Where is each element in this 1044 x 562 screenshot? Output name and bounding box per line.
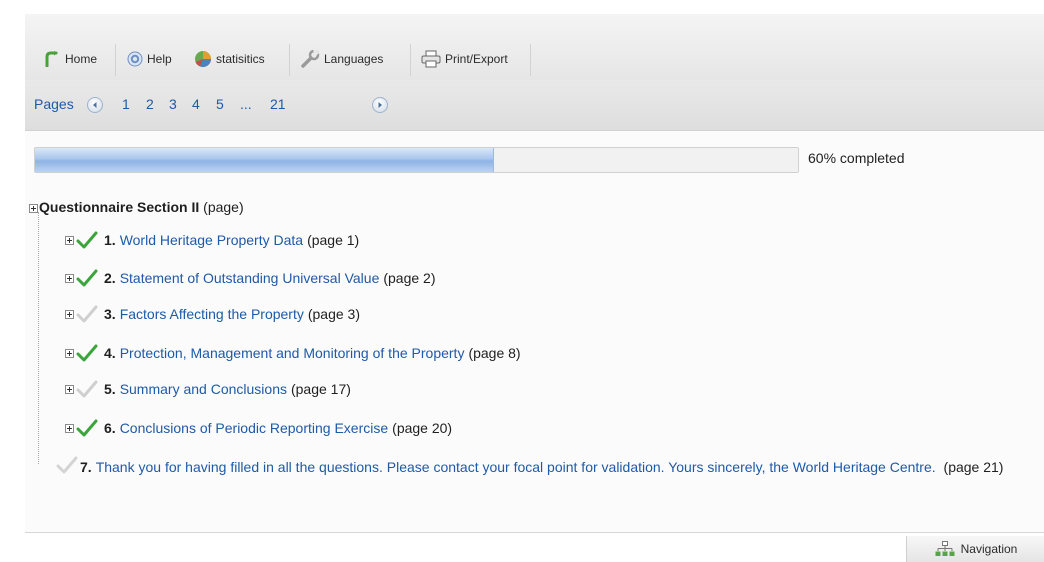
print-export-button[interactable]: Print/Export bbox=[417, 48, 512, 70]
pages-label: Pages bbox=[34, 96, 74, 112]
item-page-suffix: (page 17) bbox=[290, 381, 351, 397]
page-link-5[interactable]: 5 bbox=[216, 96, 224, 112]
checkmark-icon bbox=[76, 231, 98, 249]
item-number: 1. bbox=[104, 232, 116, 248]
panel-divider bbox=[25, 532, 1044, 533]
statistics-button[interactable]: statisitics bbox=[190, 48, 269, 70]
navigation-button[interactable]: Navigation bbox=[906, 536, 1044, 562]
section-page-suffix: (page) bbox=[203, 199, 244, 215]
item-page-suffix: (page 8) bbox=[468, 345, 521, 361]
page-link-2[interactable]: 2 bbox=[146, 96, 154, 112]
languages-label: Languages bbox=[324, 52, 384, 66]
help-icon bbox=[127, 51, 143, 67]
item-link[interactable]: Summary and Conclusions bbox=[120, 381, 287, 397]
expand-toggle[interactable] bbox=[65, 423, 74, 433]
item-number: 5. bbox=[104, 381, 116, 397]
sitemap-icon bbox=[935, 541, 955, 556]
page-link-1[interactable]: 1 bbox=[122, 96, 130, 112]
progress-fill bbox=[35, 148, 494, 172]
checkmark-icon bbox=[76, 380, 98, 398]
item-number: 4. bbox=[104, 345, 116, 361]
checkmark-icon bbox=[76, 344, 98, 362]
item-link[interactable]: World Heritage Property Data bbox=[120, 232, 303, 248]
toolbar-divider bbox=[530, 44, 531, 76]
item-page-suffix: (page 3) bbox=[307, 306, 361, 322]
page-ellipsis: ... bbox=[240, 96, 252, 112]
print-export-label: Print/Export bbox=[445, 52, 508, 66]
item-number: 3. bbox=[104, 306, 116, 322]
previous-page-button[interactable] bbox=[87, 97, 103, 113]
tree-root: Questionnaire Section II (page) bbox=[39, 199, 244, 215]
expand-toggle[interactable] bbox=[65, 235, 74, 245]
toolbar: Home Help statisitics Languages Print/Ex… bbox=[25, 14, 1044, 81]
statistics-label: statisitics bbox=[216, 52, 265, 66]
toolbar-divider bbox=[410, 44, 411, 76]
expand-toggle[interactable] bbox=[65, 309, 74, 319]
expand-toggle[interactable] bbox=[65, 384, 74, 394]
languages-button[interactable]: Languages bbox=[296, 48, 387, 70]
help-button[interactable]: Help bbox=[123, 48, 176, 70]
checkmark-icon bbox=[76, 269, 98, 287]
tree-item-1: 1. World Heritage Property Data (page 1) bbox=[65, 228, 359, 252]
tree-item-7: 7. Thank you for having filled in all the… bbox=[56, 454, 1016, 481]
arrow-left-icon bbox=[93, 102, 97, 108]
pagination-bar: Pages 1 2 3 4 5 ... 21 bbox=[25, 80, 1044, 131]
expand-toggle[interactable] bbox=[65, 273, 74, 283]
toolbar-divider bbox=[289, 44, 290, 76]
home-button[interactable]: Home bbox=[39, 48, 101, 70]
tree-item-6: 6. Conclusions of Periodic Reporting Exer… bbox=[65, 416, 452, 440]
help-label: Help bbox=[147, 52, 172, 66]
item-link[interactable]: Conclusions of Periodic Reporting Exerci… bbox=[120, 420, 388, 436]
item-page-suffix: (page 1) bbox=[307, 232, 360, 248]
tree-item-2: 2. Statement of Outstanding Universal Val… bbox=[65, 266, 436, 290]
arrow-right-icon bbox=[378, 102, 382, 108]
item-link[interactable]: Protection, Management and Monitoring of… bbox=[120, 345, 465, 361]
wrench-icon bbox=[301, 50, 320, 68]
item-link[interactable]: Statement of Outstanding Universal Value bbox=[120, 270, 380, 286]
item-link[interactable]: Thank you for having filled in all the q… bbox=[96, 459, 936, 475]
tree-item-4: 4. Protection, Management and Monitoring … bbox=[65, 341, 521, 365]
home-label: Home bbox=[65, 52, 98, 66]
next-page-button[interactable] bbox=[372, 97, 388, 113]
section-title: Questionnaire Section II bbox=[39, 199, 200, 215]
item-page-suffix: (page 21) bbox=[943, 459, 1004, 475]
checkmark-icon bbox=[76, 305, 98, 323]
item-link[interactable]: Factors Affecting the Property bbox=[120, 306, 304, 322]
item-number: 7. bbox=[80, 459, 92, 475]
item-number: 2. bbox=[104, 270, 116, 286]
printer-icon bbox=[421, 50, 441, 68]
home-icon bbox=[45, 51, 58, 67]
navigation-label: Navigation bbox=[960, 542, 1018, 556]
progress-bar bbox=[34, 147, 799, 173]
tree-item-3: 3. Factors Affecting the Property (page 3) bbox=[65, 302, 360, 326]
pie-chart-icon bbox=[195, 51, 211, 67]
tree-guide-line bbox=[38, 212, 39, 464]
toolbar-divider bbox=[115, 44, 116, 76]
page-link-4[interactable]: 4 bbox=[192, 96, 200, 112]
expand-toggle[interactable] bbox=[29, 204, 38, 213]
page-link-21[interactable]: 21 bbox=[270, 96, 286, 112]
expand-toggle[interactable] bbox=[65, 348, 74, 358]
progress-text: 60% completed bbox=[808, 150, 905, 166]
item-page-suffix: (page 2) bbox=[383, 270, 436, 286]
checkmark-icon bbox=[56, 456, 78, 474]
item-number: 6. bbox=[104, 420, 116, 436]
page-link-3[interactable]: 3 bbox=[169, 96, 177, 112]
tree-item-5: 5. Summary and Conclusions (page 17) bbox=[65, 377, 351, 401]
item-page-suffix: (page 20) bbox=[392, 420, 453, 436]
checkmark-icon bbox=[76, 419, 98, 437]
